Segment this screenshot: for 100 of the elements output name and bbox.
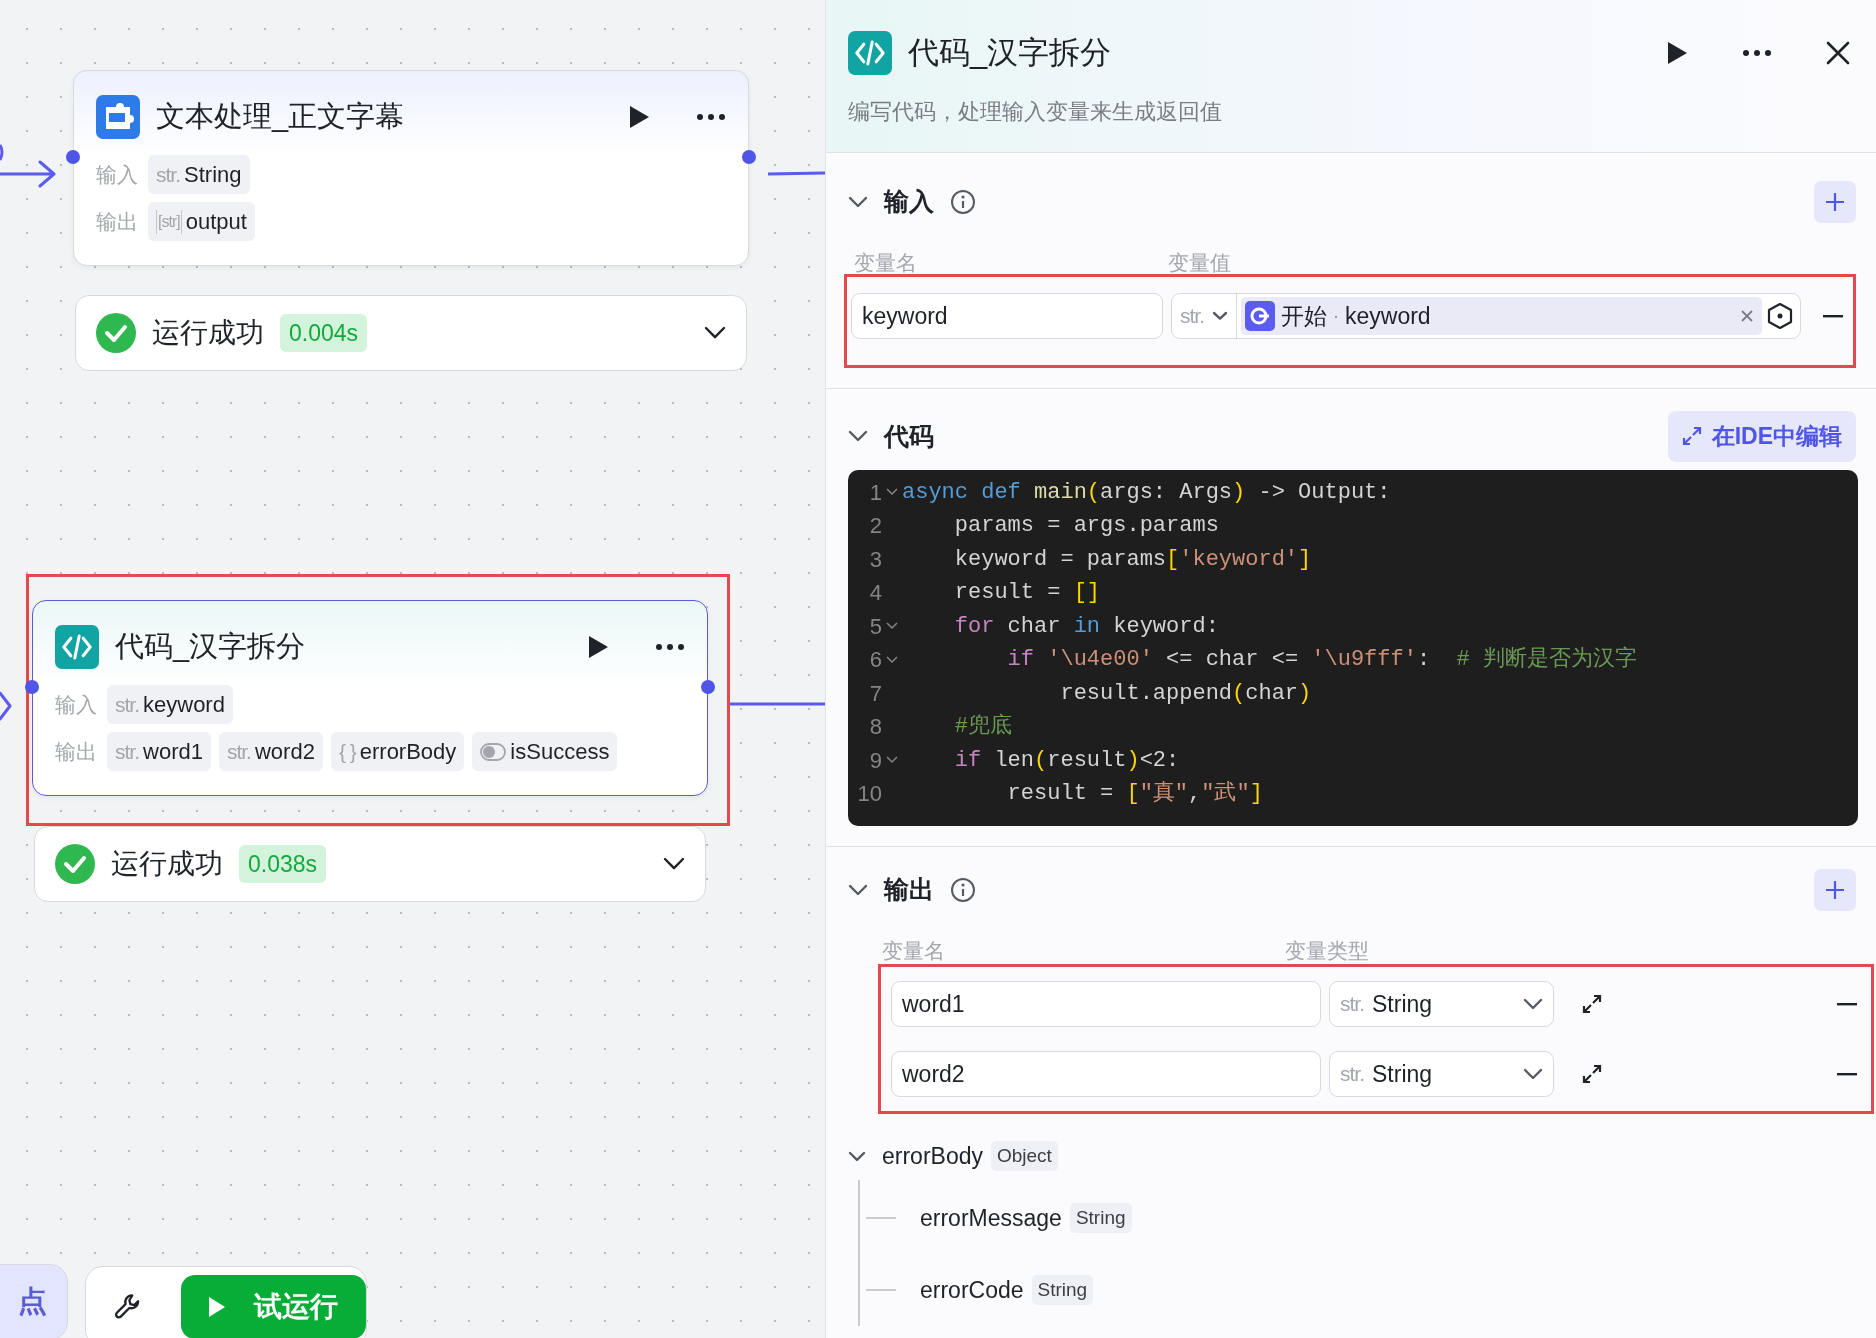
type-label: [str] [156, 209, 182, 234]
type-label: str. [1340, 991, 1364, 1018]
reference-variable: keyword [1345, 301, 1431, 331]
caret-icon[interactable] [1523, 998, 1543, 1010]
play-icon[interactable] [587, 635, 609, 659]
section-title: 输出 [884, 873, 934, 905]
column-header: 变量名 [881, 937, 946, 964]
status-text: 运行成功 [111, 847, 223, 881]
code-editor[interactable] [848, 469, 1858, 826]
fold-caret-icon[interactable] [886, 655, 898, 664]
fold-caret-icon[interactable] [886, 756, 898, 765]
line-number: 1 [868, 478, 882, 507]
type-name: String [1372, 989, 1434, 1019]
type-label: str. [226, 738, 251, 765]
column-header: 变量类型 [1285, 937, 1369, 964]
code-line: #兜底 [953, 712, 1012, 742]
type-select[interactable]: str. String [1329, 1051, 1554, 1097]
chevron-down-icon[interactable] [704, 326, 726, 340]
plus-icon [1824, 190, 1846, 213]
more-icon[interactable] [655, 643, 685, 651]
collapse-caret-icon[interactable] [848, 430, 868, 443]
node-title: 代码_汉字拆分 [115, 629, 307, 665]
add-node-button[interactable]: 点 [0, 1264, 68, 1338]
tree-branch-line [866, 1217, 896, 1219]
close-icon[interactable] [1826, 41, 1850, 66]
panel-title: 代码_汉字拆分 [908, 34, 1113, 72]
variable-name: String [184, 161, 242, 189]
play-icon [208, 1296, 227, 1318]
status-card[interactable]: 运行成功 0.004s [75, 295, 747, 371]
remove-icon[interactable] [1823, 314, 1843, 318]
port-label: 输入 [96, 161, 139, 188]
start-node-icon [1245, 301, 1275, 331]
line-number: 5 [868, 612, 882, 641]
type-name: String [1372, 1059, 1434, 1089]
plus-icon [1824, 878, 1846, 901]
add-button[interactable] [1814, 868, 1856, 911]
collapse-caret-icon[interactable] [848, 883, 868, 896]
type-label: str. [156, 161, 180, 188]
info-icon[interactable] [950, 188, 976, 215]
caret-icon[interactable] [1523, 1068, 1543, 1080]
type-tag: Object [991, 1140, 1058, 1172]
fold-caret-icon[interactable] [886, 622, 898, 631]
connector-line [767, 171, 825, 176]
variable-reference[interactable]: 开始 · keyword [1241, 297, 1762, 335]
expand-icon [1681, 426, 1702, 447]
code-line: result = ["真","武"] [1006, 780, 1263, 809]
code-line: for char in keyword: [953, 612, 1219, 641]
code-line: result = [] [953, 579, 1101, 608]
variable-name: isSuccess [510, 738, 610, 766]
port-dot[interactable] [25, 680, 39, 694]
expand-icon[interactable] [1582, 1064, 1602, 1084]
field-name: errorCode [920, 1275, 1024, 1305]
code-line: async def main(args: Args) -> Output: [902, 478, 1391, 507]
name-field[interactable]: word2 [891, 1051, 1321, 1097]
connector-arrow [0, 160, 56, 188]
info-icon[interactable] [950, 876, 976, 903]
section-title: 输入 [884, 185, 934, 217]
type-tag: String [1031, 1274, 1094, 1306]
type-label: str. [1340, 1061, 1364, 1088]
port-label: 输出 [96, 208, 139, 235]
node-card[interactable]: 文本处理_正文字幕 输入 str. String 输出 [str] output [73, 70, 749, 266]
code-line: keyword = params['keyword'] [953, 545, 1312, 574]
success-check-icon [96, 313, 136, 353]
type-select[interactable]: str. String [1329, 981, 1554, 1027]
node-card[interactable]: 代码_汉字拆分 输入 str. keyword 输出 str. word1 str. word2 { } errorBody isSuccess [32, 600, 708, 796]
variable-name: errorBody [359, 738, 457, 766]
code-icon [848, 31, 892, 76]
toggle-icon [480, 742, 507, 761]
type-label: str. [1180, 303, 1204, 330]
hexagon-icon[interactable] [1766, 302, 1794, 330]
port-dot[interactable] [742, 150, 756, 164]
collapse-caret-icon[interactable] [848, 1150, 866, 1162]
line-number: 7 [868, 679, 882, 708]
remove-icon[interactable] [1837, 1002, 1857, 1006]
port-dot[interactable] [701, 680, 715, 694]
play-icon[interactable] [1666, 41, 1688, 66]
node-title: 文本处理_正文字幕 [156, 99, 406, 135]
more-icon[interactable] [1742, 49, 1772, 58]
port-dot[interactable] [66, 150, 80, 164]
column-header: 变量值 [1168, 249, 1231, 276]
field-name: errorBody [882, 1141, 983, 1171]
name-field[interactable]: word1 [891, 981, 1321, 1027]
chevron-down-icon[interactable] [663, 857, 685, 871]
connector-line [0, 144, 4, 161]
type-label: { } [338, 738, 356, 765]
remove-icon[interactable] [1837, 1072, 1857, 1076]
edit-in-ide-button[interactable]: 在IDE中编辑 [1667, 411, 1856, 462]
value-field[interactable]: str. 开始 · keyword [1171, 293, 1801, 339]
more-icon[interactable] [696, 113, 726, 121]
collapse-caret-icon[interactable] [848, 195, 868, 208]
clear-icon[interactable] [1740, 309, 1754, 323]
play-icon[interactable] [628, 105, 650, 129]
expand-icon[interactable] [1582, 994, 1602, 1014]
name-field[interactable]: keyword [851, 293, 1163, 339]
status-card[interactable]: 运行成功 0.038s [34, 826, 706, 902]
add-button[interactable] [1814, 180, 1856, 223]
caret-icon[interactable] [1212, 311, 1228, 321]
line-number: 3 [868, 545, 882, 574]
fold-caret-icon[interactable] [886, 488, 898, 497]
field-name: errorMessage [920, 1203, 1062, 1233]
